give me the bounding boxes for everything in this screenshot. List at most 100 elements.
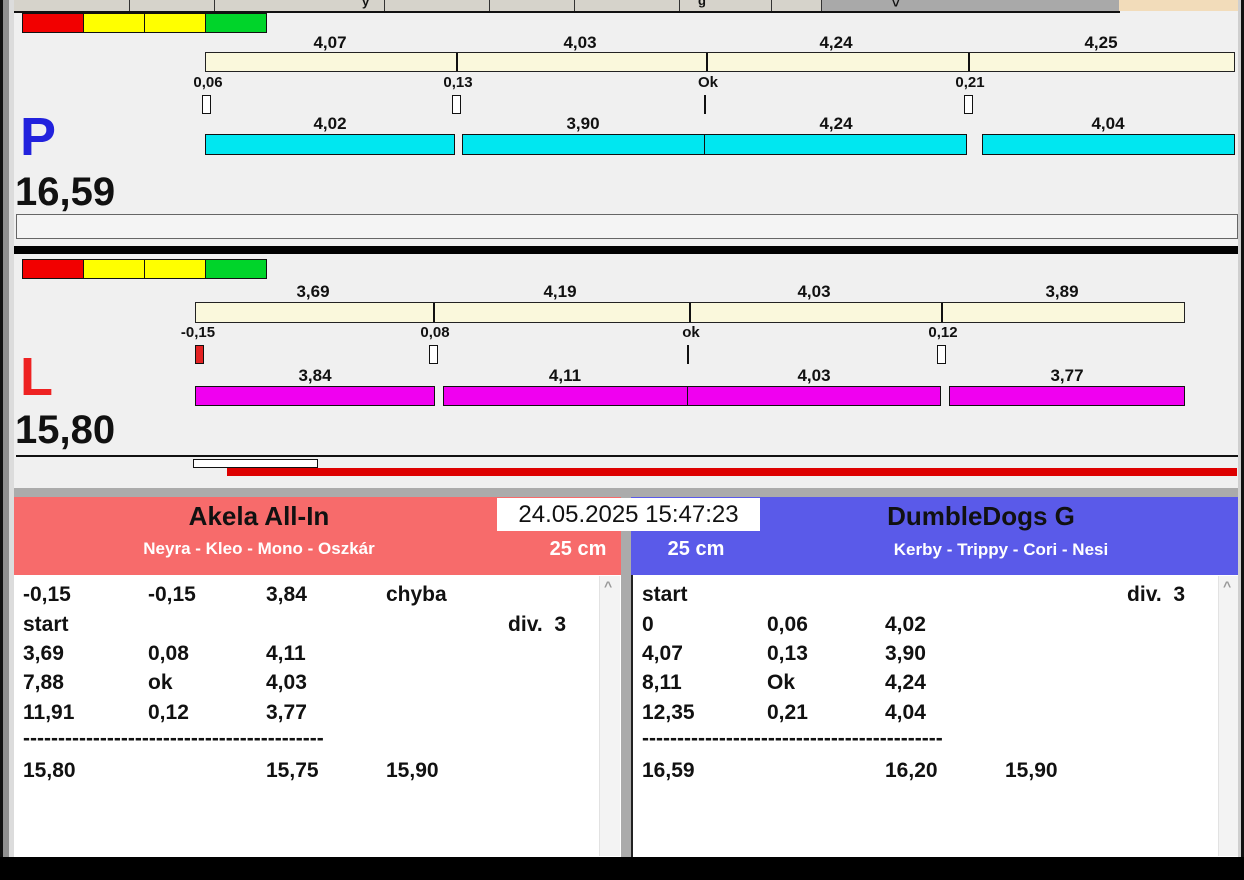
cell: 0,08 [148, 642, 189, 665]
timing-app-window: ý g ˅ 4,07 4,03 4,24 4,25 0,06 0,13 Ok 0… [0, 0, 1244, 880]
cell: 3,69 [23, 642, 64, 665]
plan-bar-divider [689, 303, 691, 322]
team-category: 25 cm [549, 538, 607, 560]
plan-bar-divider [456, 53, 458, 71]
cell: Ok [767, 671, 796, 694]
traffic-yellow-cell [83, 259, 145, 279]
run-split-label: 4,24 [819, 114, 853, 133]
lane-letter-l: L [20, 347, 53, 407]
cell: 4,07 [642, 642, 683, 665]
plan-split-label: 4,03 [797, 282, 831, 301]
plan-bar-divider [706, 53, 708, 71]
table-scrollbar[interactable]: ^ [599, 576, 620, 856]
run-split-label: 3,77 [1050, 366, 1084, 385]
plan-bar-divider [941, 303, 943, 322]
toolbar-glyph: ý [362, 0, 370, 9]
cell: -0,15 [23, 583, 71, 606]
run-split-label: 4,04 [1091, 114, 1125, 133]
separator-dashes: ----------------------------------------… [23, 727, 324, 750]
cell: 11,91 [23, 701, 75, 724]
table-row: 8,11 Ok 4,24 [633, 671, 1240, 700]
scroll-up-icon[interactable]: ^ [604, 578, 612, 594]
team-members: Neyra - Kleo - Mono - Oszkár [143, 539, 375, 558]
table-row: 12,35 0,21 4,04 [633, 701, 1240, 730]
plan-split-label: 4,24 [819, 33, 853, 52]
table-separator-row: ----------------------------------------… [633, 727, 1240, 756]
table-row: 0 0,06 4,02 [633, 613, 1240, 642]
cell: 0,21 [767, 701, 808, 724]
toolbar-tan-area [1119, 0, 1244, 11]
changeover-marker [964, 95, 973, 114]
plan-split-label: 4,19 [543, 282, 577, 301]
toolbar-button[interactable] [385, 0, 490, 11]
total-clean: 16,20 [885, 759, 938, 782]
toolbar-button[interactable] [130, 0, 215, 11]
cell: 4,11 [266, 642, 306, 665]
changeover-label: 0,13 [443, 74, 473, 91]
cell: 12,35 [642, 701, 695, 724]
scroll-up-icon[interactable]: ^ [1223, 578, 1231, 594]
toolbar-button[interactable] [490, 0, 575, 11]
cell: start [23, 613, 69, 636]
plan-split-label: 4,07 [313, 33, 347, 52]
toolbar-button[interactable] [0, 0, 130, 11]
plan-split-label: 3,89 [1045, 282, 1079, 301]
traffic-yellow-cell [144, 13, 206, 33]
team-members: Kerby - Trippy - Cori - Nesi [893, 540, 1109, 559]
table-row: -0,15 -0,15 3,84 chyba [14, 583, 621, 612]
progress-strip [16, 455, 1238, 487]
toolbar-button[interactable] [680, 0, 772, 11]
toolbar-dark-area [822, 0, 1119, 11]
changeover-label: 0,12 [928, 324, 958, 341]
run-bar-segment [982, 134, 1235, 155]
cell: ok [148, 671, 173, 694]
run-bar-segment [205, 134, 455, 155]
changeover-label: ok [682, 324, 700, 341]
traffic-yellow-cell [83, 13, 145, 33]
table-scrollbar[interactable]: ^ [1218, 576, 1239, 856]
cell: 4,04 [885, 701, 926, 724]
team-category: 25 cm [667, 538, 725, 560]
run-bar-segment [195, 386, 435, 406]
cell: div. 3 [1127, 583, 1185, 606]
cell: 4,24 [885, 671, 926, 694]
cell: 7,88 [23, 671, 64, 694]
table-row: start div. 3 [14, 613, 621, 642]
run-split-label: 4,11 [548, 366, 582, 385]
changeover-label: 0,08 [420, 324, 450, 341]
cell: 3,84 [266, 583, 307, 606]
table-row: 4,07 0,13 3,90 [633, 642, 1240, 671]
total-time: 16,59 [642, 759, 695, 782]
toolbar-button[interactable] [215, 0, 385, 11]
toolbar-button[interactable] [772, 0, 822, 11]
total-limit: 15,90 [386, 759, 439, 782]
run-bar-segment [462, 134, 705, 155]
cell: 3,77 [266, 701, 307, 724]
plan-split-label: 4,25 [1084, 33, 1118, 52]
cell: 0 [642, 613, 654, 636]
plan-bar [195, 302, 1185, 323]
plan-bar-divider [433, 303, 435, 322]
lane-total-p: 16,59 [15, 170, 116, 214]
window-border-left [9, 0, 14, 880]
plan-bar-divider [968, 53, 970, 71]
traffic-red-cell [22, 259, 84, 279]
changeover-label: 0,06 [193, 74, 223, 91]
table-row: 11,91 0,12 3,77 [14, 701, 621, 730]
cell: 3,90 [885, 642, 926, 665]
table-row: 7,88 ok 4,03 [14, 671, 621, 700]
cell: -0,15 [148, 583, 196, 606]
run-bar-segment [704, 134, 967, 155]
toolbar-glyph: g [698, 0, 706, 8]
lane-separator [14, 246, 1240, 254]
table-separator-row: ----------------------------------------… [14, 727, 621, 756]
plan-bar [205, 52, 1235, 72]
empty-track [16, 214, 1238, 239]
toolbar-button[interactable] [575, 0, 680, 11]
table-totals-row: 16,59 16,20 15,90 [633, 759, 1240, 788]
table-row: start div. 3 [633, 583, 1240, 612]
changeover-label: -0,15 [180, 324, 216, 341]
chevron-down-icon[interactable]: ˅ [892, 0, 900, 11]
plan-split-label: 4,03 [563, 33, 597, 52]
total-clean: 15,75 [266, 759, 319, 782]
